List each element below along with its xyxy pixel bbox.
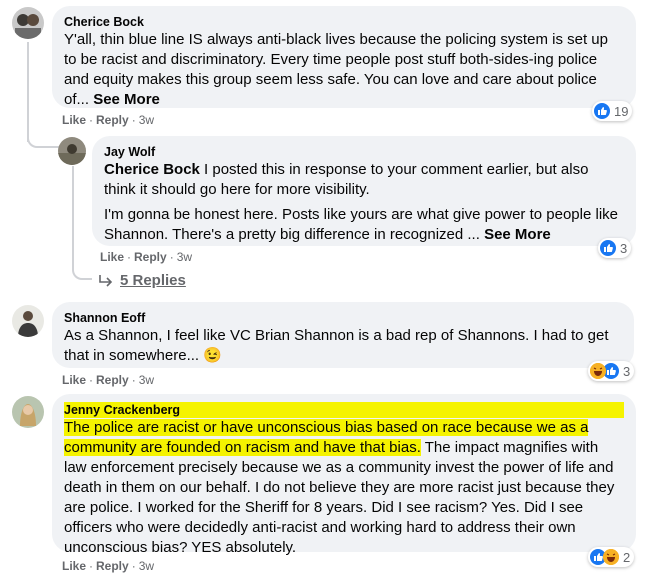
thread-connector bbox=[27, 128, 59, 148]
wink-emoji: 😉 bbox=[203, 347, 222, 364]
comment-timestamp[interactable]: 3w bbox=[139, 559, 154, 573]
comment-actions: Like · Reply · 3w bbox=[62, 113, 155, 127]
reply-arrow-icon bbox=[99, 274, 113, 287]
haha-reaction-icon bbox=[590, 363, 606, 379]
comment-bubble: Jenny Crackenberg The police are racist … bbox=[52, 394, 636, 556]
reaction-summary[interactable]: 2 bbox=[588, 547, 635, 567]
comment-author[interactable]: Jenny Crackenberg bbox=[64, 402, 624, 418]
mention-link[interactable]: Cherice Bock bbox=[104, 161, 200, 178]
comment-text: As a Shannon, I feel like VC Brian Shann… bbox=[64, 327, 609, 364]
reaction-count: 19 bbox=[614, 103, 629, 119]
comment-text: Cherice Bock I posted this in response t… bbox=[104, 161, 589, 198]
comment-author[interactable]: Cherice Bock bbox=[64, 14, 624, 30]
like-reaction-icon bbox=[594, 103, 610, 119]
comment-actions: Like · Reply · 3w bbox=[100, 250, 193, 264]
avatar-image bbox=[12, 305, 44, 337]
reply-button[interactable]: Reply bbox=[134, 250, 167, 264]
haha-reaction-icon bbox=[603, 549, 619, 565]
comment-timestamp[interactable]: 3w bbox=[177, 250, 192, 264]
comment-timestamp[interactable]: 3w bbox=[139, 373, 154, 387]
like-button[interactable]: Like bbox=[62, 113, 86, 127]
avatar-image bbox=[58, 137, 86, 165]
avatar-shannon-eoff[interactable] bbox=[12, 305, 44, 337]
thread-line bbox=[27, 42, 29, 142]
thread-line bbox=[72, 166, 74, 266]
avatar-image bbox=[12, 396, 44, 428]
avatar-image bbox=[12, 7, 44, 39]
reaction-summary[interactable]: 3 bbox=[588, 361, 635, 381]
comment-bubble: Shannon Eoff As a Shannon, I feel like V… bbox=[52, 302, 634, 368]
comment-actions: Like · Reply · 3w bbox=[62, 559, 155, 573]
replies-count-label: 5 Replies bbox=[120, 272, 186, 289]
see-more-link[interactable]: See More bbox=[93, 91, 160, 108]
like-button[interactable]: Like bbox=[62, 559, 86, 573]
comment-text: The police are racist or have unconsciou… bbox=[64, 419, 615, 556]
reply-button[interactable]: Reply bbox=[96, 113, 129, 127]
reaction-summary[interactable]: 3 bbox=[598, 238, 632, 258]
comment-author[interactable]: Shannon Eoff bbox=[64, 310, 622, 326]
avatar-jay-wolf[interactable] bbox=[58, 137, 86, 165]
reaction-count: 2 bbox=[623, 549, 631, 565]
like-button[interactable]: Like bbox=[62, 373, 86, 387]
reaction-count: 3 bbox=[620, 240, 628, 256]
thread-connector bbox=[72, 262, 92, 280]
comment-timestamp[interactable]: 3w bbox=[139, 113, 154, 127]
reply-button[interactable]: Reply bbox=[96, 373, 129, 387]
avatar-jenny-crackenberg[interactable] bbox=[12, 396, 44, 428]
avatar-cherice-bock[interactable] bbox=[12, 7, 44, 39]
reaction-count: 3 bbox=[623, 363, 631, 379]
see-more-link[interactable]: See More bbox=[484, 226, 551, 243]
like-reaction-icon bbox=[600, 240, 616, 256]
comment-actions: Like · Reply · 3w bbox=[62, 373, 155, 387]
comment-bubble: Jay Wolf Cherice Bock I posted this in r… bbox=[92, 136, 636, 246]
comment-text: Y'all, thin blue line IS always anti-bla… bbox=[64, 31, 608, 108]
reaction-summary[interactable]: 19 bbox=[592, 101, 633, 121]
reply-button[interactable]: Reply bbox=[96, 559, 129, 573]
comment-author[interactable]: Jay Wolf bbox=[104, 144, 624, 160]
view-replies-link[interactable]: 5 Replies bbox=[98, 272, 186, 289]
like-button[interactable]: Like bbox=[100, 250, 124, 264]
comment-bubble: Cherice Bock Y'all, thin blue line IS al… bbox=[52, 6, 636, 108]
comment-text-paragraph: I'm gonna be honest here. Posts like you… bbox=[104, 206, 618, 243]
